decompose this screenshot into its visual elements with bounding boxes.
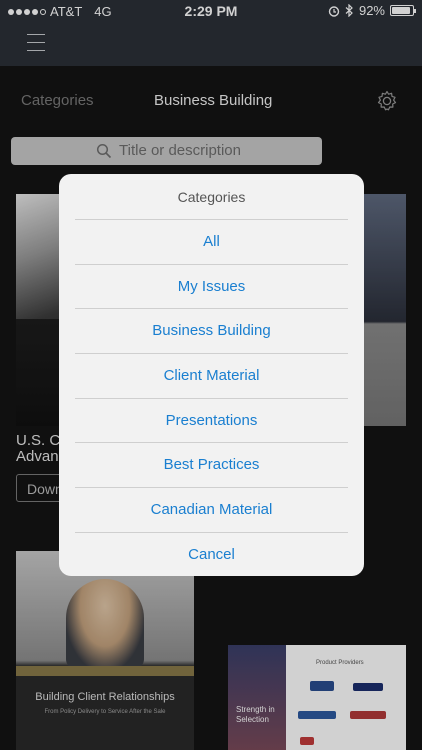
category-action-sheet: Categories All My Issues Business Buildi…: [59, 174, 364, 576]
option-canadian-material[interactable]: Canadian Material: [75, 487, 348, 532]
option-business-building[interactable]: Business Building: [75, 308, 348, 353]
cancel-button[interactable]: Cancel: [75, 531, 348, 576]
sheet-title: Categories: [177, 189, 246, 205]
option-presentations[interactable]: Presentations: [75, 397, 348, 443]
option-client-material[interactable]: Client Material: [75, 353, 348, 398]
option-best-practices[interactable]: Best Practices: [75, 442, 348, 487]
option-my-issues[interactable]: My Issues: [75, 263, 348, 309]
option-all[interactable]: All: [75, 219, 348, 264]
